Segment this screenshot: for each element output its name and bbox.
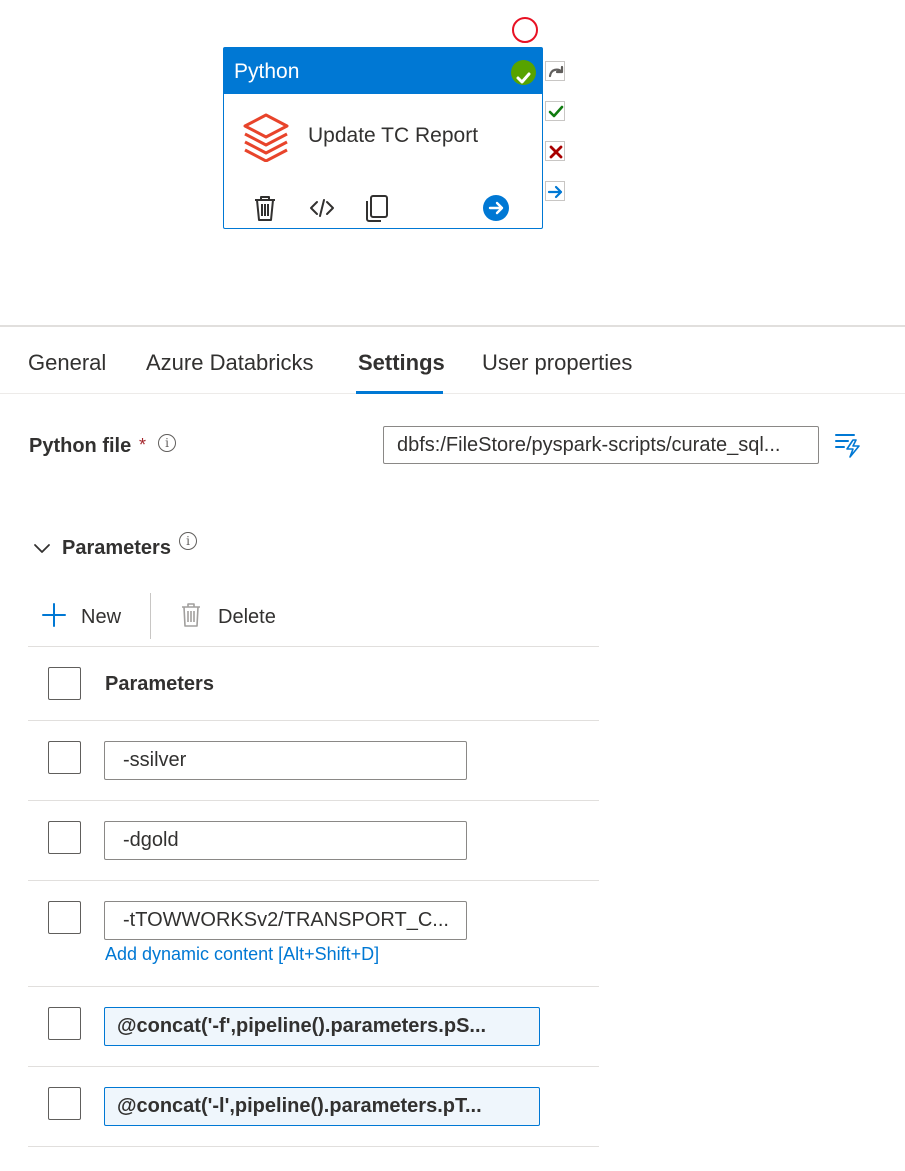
plus-icon[interactable] <box>41 602 67 633</box>
tab-user-properties[interactable]: User properties <box>482 350 632 376</box>
success-path-icon[interactable] <box>545 101 565 121</box>
delete-activity-icon[interactable] <box>252 194 278 227</box>
activity-type-label: Python <box>234 60 300 83</box>
activity-card-python[interactable]: Python Update TC Report <box>223 47 543 229</box>
python-file-input[interactable]: dbfs:/FileStore/pyspark-scripts/curate_s… <box>383 426 819 464</box>
chevron-down-icon[interactable] <box>33 541 51 562</box>
grid-divider <box>28 646 599 647</box>
go-to-activity-icon[interactable] <box>482 194 510 227</box>
completion-path-icon[interactable] <box>545 181 565 201</box>
databricks-icon <box>241 112 291 167</box>
row-checkbox[interactable] <box>48 1087 81 1120</box>
parameter-expression-input[interactable]: @concat('-l',pipeline().parameters.pT... <box>104 1087 540 1126</box>
tab-settings[interactable]: Settings <box>358 350 445 376</box>
tab-general[interactable]: General <box>28 350 106 376</box>
tabs-border <box>0 393 905 394</box>
parameters-column-header: Parameters <box>105 673 214 695</box>
activity-name: Update TC Report <box>308 124 479 147</box>
parameter-value-input[interactable]: -tTOWWORKSv2/TRANSPORT_C... <box>104 901 467 940</box>
canvas-panel-divider[interactable] <box>0 325 905 327</box>
grid-divider <box>28 720 599 721</box>
clone-activity-icon[interactable] <box>364 194 390 227</box>
required-marker: * <box>139 435 147 455</box>
skipped-path-icon[interactable] <box>545 61 565 81</box>
activity-card-header: Python <box>224 48 542 94</box>
row-checkbox[interactable] <box>48 1007 81 1040</box>
breakpoint-marker[interactable] <box>512 17 538 43</box>
parameters-section-title[interactable]: Parameters <box>62 537 171 560</box>
activity-card-actions <box>250 194 540 224</box>
parameter-expression-input[interactable]: @concat('-f',pipeline().parameters.pS... <box>104 1007 540 1046</box>
parameter-value-input[interactable]: -dgold <box>104 821 467 860</box>
row-checkbox[interactable] <box>48 821 81 854</box>
python-file-label: Python file <box>29 435 132 457</box>
dynamic-content-icon[interactable] <box>834 432 862 463</box>
trash-icon <box>180 602 202 633</box>
active-tab-indicator <box>356 391 443 394</box>
delete-parameter-button[interactable]: Delete <box>218 606 276 629</box>
view-code-icon[interactable] <box>308 194 336 227</box>
row-checkbox[interactable] <box>48 901 81 934</box>
grid-divider <box>28 986 599 987</box>
grid-divider <box>28 800 599 801</box>
row-checkbox[interactable] <box>48 741 81 774</box>
select-all-checkbox[interactable] <box>48 667 81 700</box>
grid-divider <box>28 880 599 881</box>
toolbar-separator <box>150 593 151 639</box>
validation-success-icon <box>511 60 536 85</box>
failure-path-icon[interactable] <box>545 141 565 161</box>
parameter-value-input[interactable]: -ssilver <box>104 741 467 780</box>
info-icon[interactable]: i <box>179 532 197 550</box>
tab-azure-databricks[interactable]: Azure Databricks <box>146 350 314 376</box>
new-parameter-button[interactable]: New <box>81 606 121 629</box>
add-dynamic-content-link[interactable]: Add dynamic content [Alt+Shift+D] <box>105 944 379 965</box>
grid-divider <box>28 1146 599 1147</box>
activity-output-handles <box>545 61 565 221</box>
grid-divider <box>28 1066 599 1067</box>
info-icon[interactable]: i <box>158 434 176 452</box>
